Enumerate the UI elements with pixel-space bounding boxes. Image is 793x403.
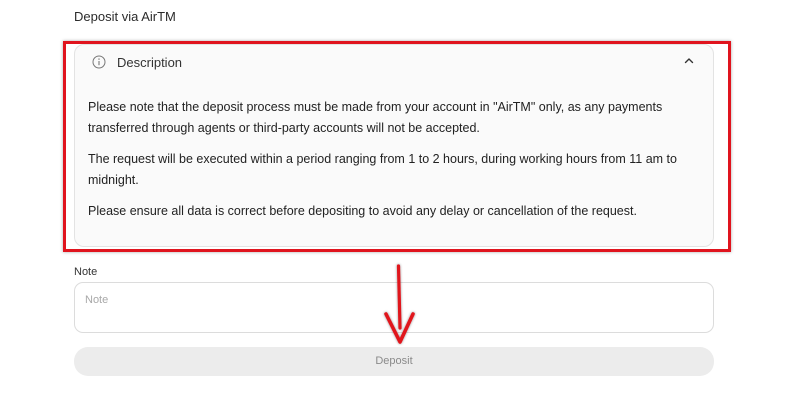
note-input[interactable] <box>74 282 714 333</box>
description-paragraph: Please ensure all data is correct before… <box>88 204 637 218</box>
description-paragraph: Please note that the deposit process mus… <box>88 100 663 135</box>
description-paragraph: The request will be executed within a pe… <box>88 152 677 187</box>
note-label: Note <box>74 266 98 278</box>
description-panel: Description Please note that the deposit… <box>74 44 714 247</box>
description-title: Description <box>117 55 183 70</box>
description-body: Please note that the deposit process mus… <box>88 97 688 232</box>
info-icon <box>92 55 106 69</box>
chevron-up-icon[interactable] <box>683 56 695 66</box>
description-header[interactable]: Description <box>75 45 713 79</box>
deposit-page: Deposit via AirTM Description Please not… <box>0 0 793 403</box>
page-title: Deposit via AirTM <box>74 9 176 24</box>
deposit-button[interactable]: Deposit <box>74 347 714 376</box>
